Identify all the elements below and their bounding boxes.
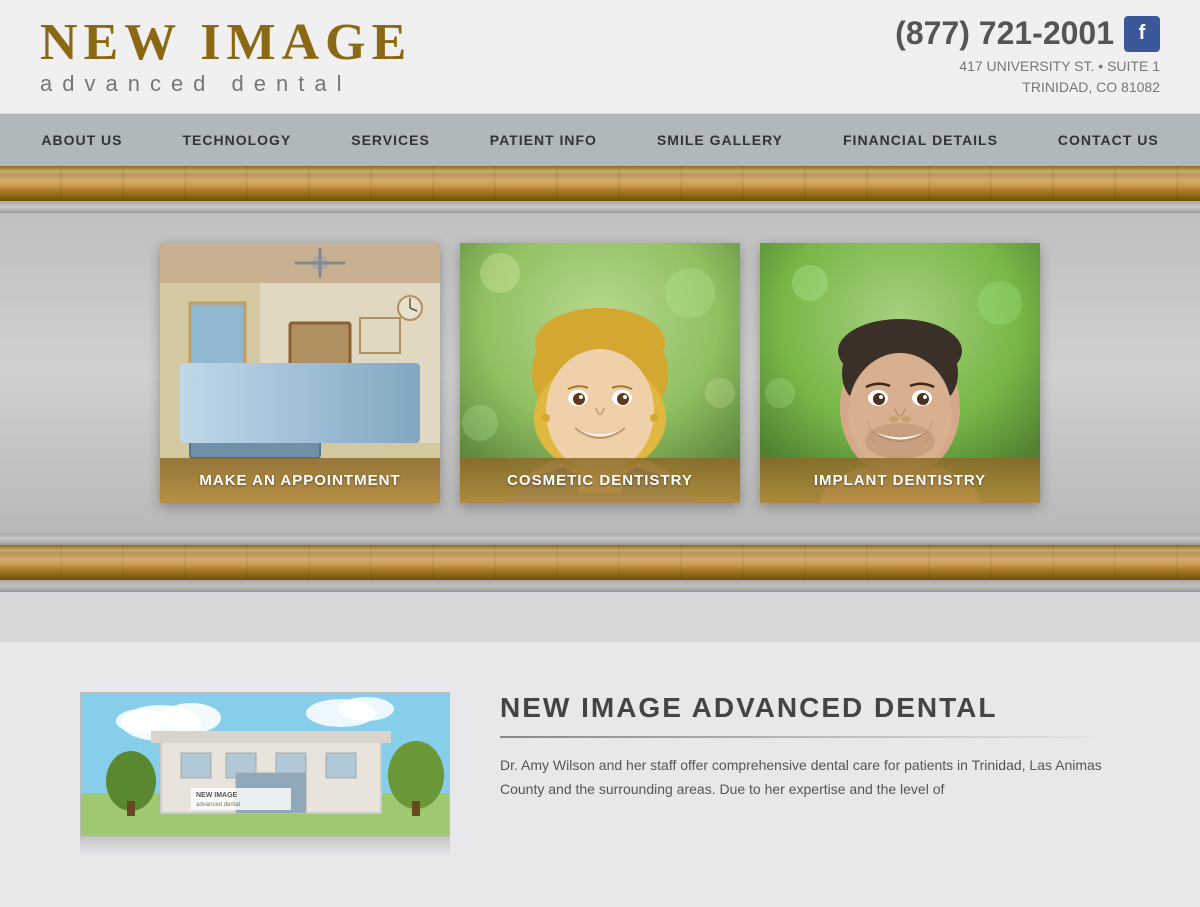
nav-financial-details[interactable]: FINANCIAL DETAILS	[813, 114, 1028, 166]
main-nav: ABOUT US TECHNOLOGY SERVICES PATIENT INF…	[0, 114, 1200, 166]
cosmetic-label: COSMETIC DENTISTRY	[460, 458, 740, 503]
hero-cards: MAKE AN APPOINTMENT	[160, 243, 1040, 503]
metal-band-bottom	[0, 533, 1200, 545]
logo[interactable]: NEW IMAGE advanced dental	[40, 17, 412, 97]
nav-technology[interactable]: TECHNOLOGY	[152, 114, 321, 166]
svg-text:NEW IMAGE: NEW IMAGE	[196, 792, 238, 799]
about-content: NEW IMAGE ADVANCED DENTAL Dr. Amy Wilson…	[500, 692, 1120, 802]
about-title: NEW IMAGE ADVANCED DENTAL	[500, 692, 1120, 724]
wood-divider-bottom	[0, 545, 1200, 580]
nav-about-us[interactable]: ABOUT US	[11, 114, 152, 166]
phone-row: (877) 721-2001 f	[895, 15, 1160, 52]
logo-subtitle: advanced dental	[40, 71, 412, 97]
about-section: NEW IMAGE advanced dental NEW IMAGE ADVA…	[0, 642, 1200, 907]
metal-band-bottom2	[0, 580, 1200, 592]
building-image: NEW IMAGE advanced dental	[80, 692, 450, 837]
site-header: NEW IMAGE advanced dental (877) 721-2001…	[0, 0, 1200, 114]
nav-patient-info[interactable]: PATIENT INFO	[460, 114, 627, 166]
hero-card-cosmetic[interactable]: COSMETIC DENTISTRY	[460, 243, 740, 503]
contact-area: (877) 721-2001 f 417 UNIVERSITY ST. • SU…	[895, 15, 1160, 98]
image-shadow	[80, 837, 450, 857]
building-image-container: NEW IMAGE advanced dental	[80, 692, 450, 857]
hero-card-implant[interactable]: IMPLANT DENTISTRY	[760, 243, 1040, 503]
hero-section: MAKE AN APPOINTMENT	[0, 213, 1200, 533]
about-divider	[500, 736, 1120, 738]
about-body: Dr. Amy Wilson and her staff offer compr…	[500, 754, 1120, 802]
address: 417 UNIVERSITY ST. • SUITE 1 TRINIDAD, C…	[895, 56, 1160, 98]
appointment-label: MAKE AN APPOINTMENT	[160, 458, 440, 503]
metal-band-top	[0, 201, 1200, 213]
wood-divider-top	[0, 166, 1200, 201]
facebook-icon[interactable]: f	[1124, 16, 1160, 52]
address-line2: TRINIDAD, CO 81082	[895, 77, 1160, 98]
svg-text:advanced dental: advanced dental	[196, 802, 240, 808]
nav-services[interactable]: SERVICES	[321, 114, 460, 166]
address-line1: 417 UNIVERSITY ST. • SUITE 1	[895, 56, 1160, 77]
phone-number: (877) 721-2001	[895, 15, 1114, 52]
nav-contact-us[interactable]: CONTACT US	[1028, 114, 1189, 166]
implant-label: IMPLANT DENTISTRY	[760, 458, 1040, 503]
nav-smile-gallery[interactable]: SMILE GALLERY	[627, 114, 813, 166]
gap-section	[0, 592, 1200, 642]
building-svg: NEW IMAGE advanced dental	[81, 693, 450, 837]
logo-title: NEW IMAGE	[40, 17, 412, 69]
hero-card-appointment[interactable]: MAKE AN APPOINTMENT	[160, 243, 440, 503]
